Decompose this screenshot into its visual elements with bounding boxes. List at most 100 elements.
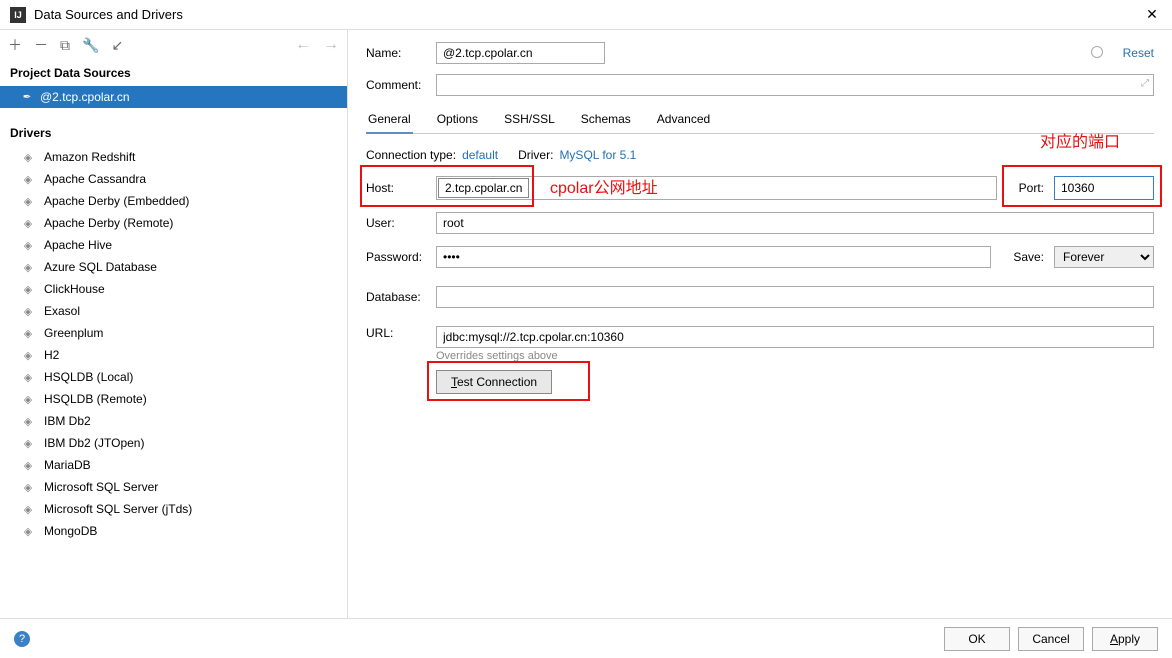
driver-label: MariaDB bbox=[44, 458, 91, 472]
tab-sshssl[interactable]: SSH/SSL bbox=[502, 106, 557, 133]
datasource-feather-icon: ✒ bbox=[20, 90, 34, 104]
driver-icon: ◈ bbox=[20, 348, 36, 362]
tab-advanced[interactable]: Advanced bbox=[655, 106, 712, 133]
window-title: Data Sources and Drivers bbox=[34, 7, 1142, 22]
driver-icon: ◈ bbox=[20, 282, 36, 296]
tab-schemas[interactable]: Schemas bbox=[579, 106, 633, 133]
host-annotation-box bbox=[360, 165, 534, 207]
expand-icon[interactable]: ⤢ bbox=[1141, 78, 1149, 89]
drivers-section: Drivers ◈ Amazon Redshift ◈ Apache Cassandr… bbox=[0, 108, 347, 618]
apply-button[interactable]: Apply bbox=[1092, 627, 1158, 651]
driver-item[interactable]: ◈IBM Db2 bbox=[0, 410, 347, 432]
driver-item[interactable]: ◈H2 bbox=[0, 344, 347, 366]
driver-label: Amazon Redshift bbox=[44, 150, 135, 164]
drivers-header: Drivers bbox=[0, 120, 347, 146]
driver-icon: ◈ bbox=[20, 502, 36, 516]
tab-bar: General Options SSH/SSL Schemas Advanced bbox=[366, 106, 1154, 134]
url-label: URL: bbox=[366, 326, 426, 340]
driver-icon: ◈ bbox=[20, 458, 36, 472]
driver-item[interactable]: ◈MongoDB bbox=[0, 520, 347, 542]
detail-panel: Name: Reset Comment: ⤢ General Options SSH… bbox=[348, 30, 1172, 618]
driver-label: IBM Db2 (JTOpen) bbox=[44, 436, 144, 450]
database-label: Database: bbox=[366, 290, 426, 304]
driver-icon: ◈ bbox=[20, 392, 36, 406]
driver-icon: ◈ bbox=[20, 150, 36, 164]
driver-label: Greenplum bbox=[44, 326, 103, 340]
wrench-icon[interactable]: 🔧 bbox=[82, 37, 99, 54]
driver-label: HSQLDB (Remote) bbox=[44, 392, 147, 406]
tab-general[interactable]: General bbox=[366, 106, 413, 134]
back-icon[interactable]: ← bbox=[295, 36, 311, 54]
driver-item[interactable]: ◈ Apache Derby (Embedded) bbox=[0, 190, 347, 212]
driver-label: IBM Db2 bbox=[44, 414, 91, 428]
driver-icon: ◈ bbox=[20, 194, 36, 208]
driver-icon: ◈ bbox=[20, 238, 36, 252]
driver-icon: ◈ bbox=[20, 260, 36, 274]
datasource-label: @2.tcp.cpolar.cn bbox=[40, 90, 130, 104]
driver-item[interactable]: ◈ Exasol bbox=[0, 300, 347, 322]
database-input[interactable] bbox=[436, 286, 1154, 308]
driver-icon: ◈ bbox=[20, 304, 36, 318]
user-input[interactable] bbox=[436, 212, 1154, 234]
url-input[interactable] bbox=[436, 326, 1154, 348]
copy-icon[interactable]: ⧉ bbox=[60, 37, 70, 54]
data-source-item-selected[interactable]: ✒ @2.tcp.cpolar.cn bbox=[0, 86, 347, 108]
driver-label: Apache Derby (Remote) bbox=[44, 216, 173, 230]
driver-item[interactable]: ◈ HSQLDB (Remote) bbox=[0, 388, 347, 410]
driver-label: ClickHouse bbox=[44, 282, 105, 296]
driver-item[interactable]: ◈HSQLDB (Local) bbox=[0, 366, 347, 388]
port-annotation-box bbox=[1002, 165, 1162, 207]
titlebar: IJ Data Sources and Drivers ✕ bbox=[0, 0, 1172, 30]
password-label: Password: bbox=[366, 250, 426, 264]
driver-label: Azure SQL Database bbox=[44, 260, 157, 274]
driver-label: Exasol bbox=[44, 304, 80, 318]
driver-item[interactable]: ◈ Azure SQL Database bbox=[0, 256, 347, 278]
driver-item[interactable]: ◈Microsoft SQL Server bbox=[0, 476, 347, 498]
password-input[interactable] bbox=[436, 246, 991, 268]
reset-link[interactable]: Reset bbox=[1123, 46, 1154, 60]
driver-label: Apache Derby (Embedded) bbox=[44, 194, 189, 208]
driver-icon: ◈ bbox=[20, 216, 36, 230]
driver-item[interactable]: ◈ Amazon Redshift bbox=[0, 146, 347, 168]
driver-item[interactable]: ◈ Apache Derby (Remote) bbox=[0, 212, 347, 234]
driver-item[interactable]: ◈ Apache Hive bbox=[0, 234, 347, 256]
driver-item[interactable]: ◈Microsoft SQL Server (jTds) bbox=[0, 498, 347, 520]
footer: ? OK Cancel Apply bbox=[0, 618, 1172, 658]
color-circle-icon[interactable] bbox=[1091, 46, 1103, 58]
driver-item[interactable]: ◈IBM Db2 (JTOpen) bbox=[0, 432, 347, 454]
comment-input[interactable]: ⤢ bbox=[436, 74, 1154, 96]
test-annotation-box bbox=[427, 361, 590, 401]
name-input[interactable] bbox=[436, 42, 605, 64]
sidebar-toolbar: ＋ － ⧉ 🔧 ↙ ← → bbox=[0, 30, 347, 60]
driver-label: Microsoft SQL Server bbox=[44, 480, 158, 494]
name-label: Name: bbox=[366, 46, 436, 60]
driver-icon: ◈ bbox=[20, 326, 36, 340]
remove-icon[interactable]: － bbox=[34, 35, 48, 55]
cancel-button[interactable]: Cancel bbox=[1018, 627, 1084, 651]
forward-icon[interactable]: → bbox=[323, 36, 339, 54]
tab-options[interactable]: Options bbox=[435, 106, 480, 133]
ok-button[interactable]: OK bbox=[944, 627, 1010, 651]
add-icon[interactable]: ＋ bbox=[8, 35, 22, 55]
driver-icon: ◈ bbox=[20, 370, 36, 384]
save-select[interactable]: Forever bbox=[1054, 246, 1154, 268]
driver-label: Driver: bbox=[518, 148, 553, 162]
revert-icon[interactable]: ↙ bbox=[111, 37, 123, 54]
user-label: User: bbox=[366, 216, 426, 230]
host-annotation-text: cpolar公网地址 bbox=[550, 174, 658, 198]
close-icon[interactable]: ✕ bbox=[1142, 6, 1162, 23]
driver-item[interactable]: ◈ ClickHouse bbox=[0, 278, 347, 300]
comment-label: Comment: bbox=[366, 78, 436, 92]
save-label: Save: bbox=[1013, 250, 1044, 264]
driver-label: Apache Hive bbox=[44, 238, 112, 252]
conn-type-link[interactable]: default bbox=[462, 148, 498, 162]
driver-item[interactable]: ◈ Greenplum bbox=[0, 322, 347, 344]
driver-item[interactable]: ◈ MariaDB bbox=[0, 454, 347, 476]
port-annotation-text: 对应的端口 bbox=[1040, 128, 1120, 152]
help-icon[interactable]: ? bbox=[14, 631, 30, 647]
driver-link[interactable]: MySQL for 5.1 bbox=[559, 148, 636, 162]
driver-label: Apache Cassandra bbox=[44, 172, 146, 186]
driver-item[interactable]: ◈ Apache Cassandra bbox=[0, 168, 347, 190]
driver-icon: ◈ bbox=[20, 172, 36, 186]
app-icon: IJ bbox=[10, 7, 26, 23]
